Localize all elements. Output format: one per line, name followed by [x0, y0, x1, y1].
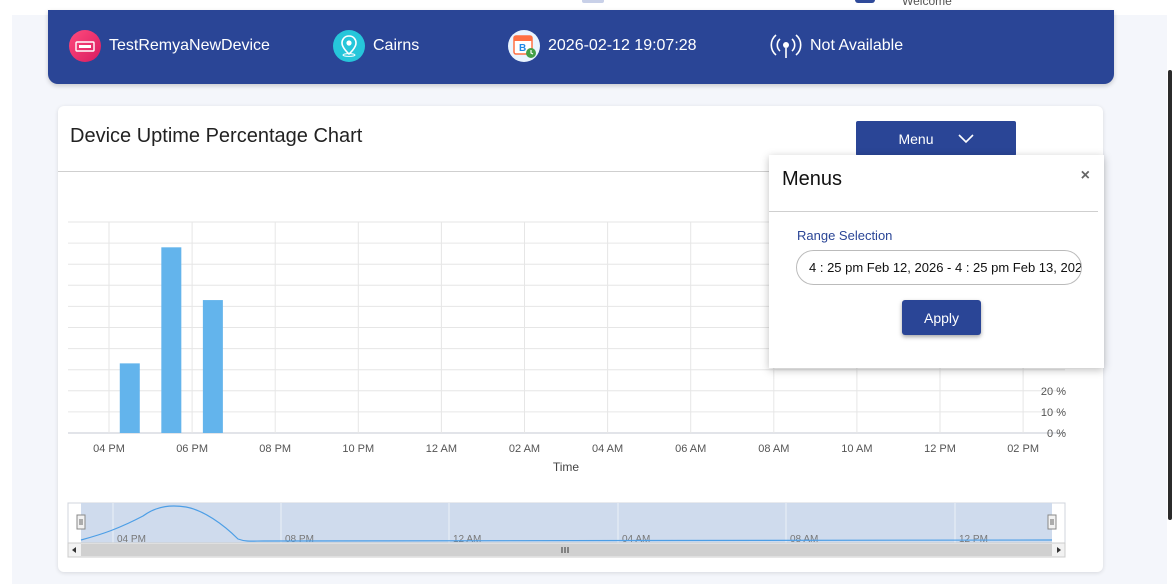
datetime-item: B 2026-02-12 19:07:28 — [508, 30, 697, 62]
x-tick-label: 06 AM — [675, 443, 706, 455]
location-pin-icon — [333, 30, 365, 62]
x-tick-label: 02 AM — [509, 443, 540, 455]
x-tick-label: 06 PM — [176, 443, 208, 455]
navigator-scrollbar-thumb — [81, 544, 1052, 556]
connectivity-status: Not Available — [810, 37, 904, 54]
menus-popup-title: Menus — [782, 168, 843, 190]
y-tick-label: 0 % — [1047, 428, 1066, 440]
device-icon — [69, 30, 101, 62]
popup-divider — [769, 211, 1098, 212]
x-tick-label: 04 PM — [93, 443, 125, 455]
uptime-bar — [119, 363, 140, 433]
calendar-clock-icon: B — [508, 30, 540, 62]
x-tick-label: 12 PM — [924, 443, 956, 455]
close-icon[interactable]: × — [1081, 167, 1090, 185]
range-selection-label: Range Selection — [797, 228, 893, 243]
y-tick-label: 10 % — [1041, 407, 1066, 419]
left-rail — [0, 0, 12, 584]
device-info-banner: TestRemyaNewDevice Cairns B 2026-02-12 1… — [48, 10, 1114, 84]
connectivity-item: Not Available — [770, 30, 903, 62]
location-item: Cairns — [333, 30, 419, 62]
x-tick-label: 10 PM — [342, 443, 374, 455]
x-axis-title: Time — [553, 460, 580, 474]
avatar[interactable] — [855, 0, 875, 3]
device-name: TestRemyaNewDevice — [109, 37, 270, 54]
page-scrollbar[interactable] — [1167, 0, 1173, 584]
welcome-text: Welcome — [902, 0, 952, 8]
svg-text:B: B — [519, 43, 526, 54]
x-tick-label: 02 PM — [1007, 443, 1039, 455]
navigator-handle — [1047, 514, 1057, 530]
location-name: Cairns — [373, 37, 420, 54]
nav-icon-partial[interactable] — [582, 0, 604, 3]
menus-popup: Menus × Range Selection 4 : 25 pm Feb 12… — [769, 155, 1104, 368]
x-tick-label: 08 AM — [758, 443, 789, 455]
y-tick-label: 20 % — [1041, 386, 1066, 398]
page-scrollbar-thumb[interactable] — [1168, 70, 1172, 520]
x-tick-label: 08 PM — [259, 443, 291, 455]
x-tick-label: 04 AM — [592, 443, 623, 455]
device-name-item: TestRemyaNewDevice — [69, 30, 270, 62]
uptime-bar — [202, 300, 223, 433]
apply-button[interactable]: Apply — [902, 300, 981, 335]
current-datetime: 2026-02-12 19:07:28 — [548, 37, 697, 54]
navigator-selection — [81, 503, 1052, 543]
x-tick-label: 12 AM — [426, 443, 457, 455]
signal-icon — [770, 30, 802, 62]
navigator-handle — [76, 514, 86, 530]
date-range-input[interactable]: 4 : 25 pm Feb 12, 2026 - 4 : 25 pm Feb 1… — [796, 250, 1082, 285]
x-tick-label: 10 AM — [841, 443, 872, 455]
uptime-bar — [161, 247, 182, 433]
